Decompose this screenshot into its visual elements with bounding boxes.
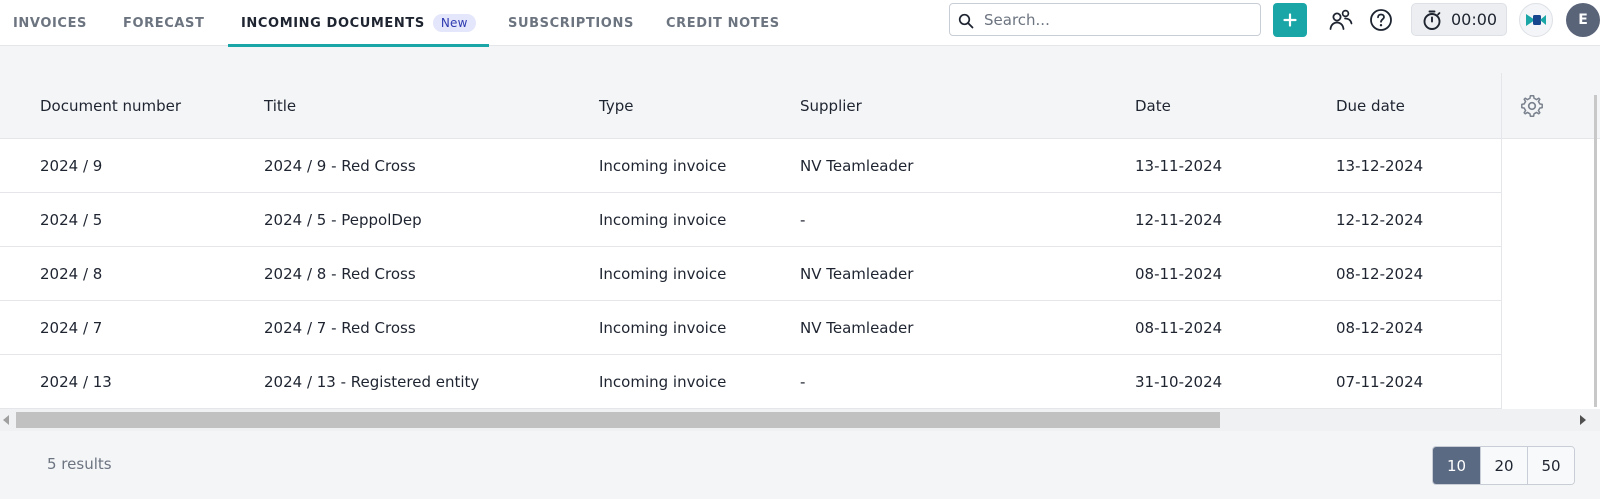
table-row[interactable]: 2024 / 8 2024 / 8 - Red Cross Incoming i…	[0, 247, 1501, 301]
cell-supplier: NV Teamleader	[800, 318, 914, 337]
tab-credit-notes[interactable]: CREDIT NOTES	[666, 0, 780, 46]
top-navigation-bar: INVOICES FORECAST INCOMING DOCUMENTS New…	[0, 0, 1600, 47]
cell-due-date: 12-12-2024	[1336, 210, 1424, 229]
column-header-supplier[interactable]: Supplier	[800, 73, 862, 139]
stopwatch-icon	[1423, 10, 1441, 30]
table-row[interactable]: 2024 / 13 2024 / 13 - Registered entity …	[0, 355, 1501, 409]
cell-document-number: 2024 / 9	[40, 156, 103, 175]
scroll-right-arrow[interactable]	[1580, 415, 1586, 425]
help-button[interactable]	[1366, 5, 1396, 35]
new-badge: New	[432, 14, 476, 32]
tab-forecast[interactable]: FORECAST	[123, 0, 204, 46]
cell-due-date: 13-12-2024	[1336, 156, 1424, 175]
page-size-50-button[interactable]: 50	[1527, 447, 1574, 484]
tab-label: INCOMING DOCUMENTS	[241, 15, 425, 31]
table-row[interactable]: 2024 / 5 2024 / 5 - PeppolDep Incoming i…	[0, 193, 1501, 247]
cell-document-number: 2024 / 5	[40, 210, 103, 229]
documents-table: Document number Title Type Supplier Date…	[0, 73, 1600, 431]
column-header-date[interactable]: Date	[1135, 73, 1171, 139]
tab-label: FORECAST	[123, 15, 205, 31]
cell-type: Incoming invoice	[599, 210, 727, 229]
vertical-scrollbar[interactable]	[1594, 95, 1597, 407]
cell-type: Incoming invoice	[599, 264, 727, 283]
cell-title: 2024 / 5 - PeppolDep	[264, 210, 422, 229]
page-size-selector: 10 20 50	[1432, 446, 1575, 485]
table-row[interactable]: 2024 / 7 2024 / 7 - Red Cross Incoming i…	[0, 301, 1501, 355]
column-header-type[interactable]: Type	[599, 73, 633, 139]
tab-label: INVOICES	[13, 15, 88, 31]
team-button[interactable]	[1326, 5, 1356, 35]
cell-date: 08-11-2024	[1135, 264, 1223, 283]
cell-supplier: -	[800, 372, 806, 391]
scrollbar-thumb[interactable]	[16, 412, 1220, 428]
cell-supplier: NV Teamleader	[800, 156, 914, 175]
cell-document-number: 2024 / 8	[40, 264, 103, 283]
time-tracker-button[interactable]: 00:00	[1411, 3, 1507, 36]
cell-type: Incoming invoice	[599, 156, 727, 175]
cell-type: Incoming invoice	[599, 318, 727, 337]
search-box	[949, 3, 1261, 36]
scroll-left-arrow[interactable]	[3, 415, 9, 425]
cell-due-date: 08-12-2024	[1336, 318, 1424, 337]
cell-date: 12-11-2024	[1135, 210, 1223, 229]
cell-title: 2024 / 9 - Red Cross	[264, 156, 416, 175]
cell-title: 2024 / 13 - Registered entity	[264, 372, 480, 391]
column-header-due-date[interactable]: Due date	[1336, 73, 1405, 139]
cell-title: 2024 / 8 - Red Cross	[264, 264, 416, 283]
video-call-button[interactable]	[1519, 3, 1553, 37]
settings-column-divider	[1501, 73, 1502, 431]
results-count: 5 results	[47, 455, 112, 473]
column-header-title[interactable]: Title	[264, 73, 296, 139]
cell-document-number: 2024 / 13	[40, 372, 112, 391]
users-icon	[1329, 9, 1353, 30]
cell-due-date: 08-12-2024	[1336, 264, 1424, 283]
cell-type: Incoming invoice	[599, 372, 727, 391]
cell-date: 31-10-2024	[1135, 372, 1223, 391]
cell-supplier: NV Teamleader	[800, 264, 914, 283]
tab-incoming-documents[interactable]: INCOMING DOCUMENTS New	[228, 0, 489, 47]
horizontal-scrollbar[interactable]	[0, 409, 1600, 431]
tab-subscriptions[interactable]: SUBSCRIPTIONS	[508, 0, 634, 46]
tab-label: SUBSCRIPTIONS	[508, 15, 634, 31]
tab-invoices[interactable]: INVOICES	[13, 0, 87, 46]
video-camera-icon	[1526, 14, 1546, 26]
column-header-document-number[interactable]: Document number	[40, 73, 181, 139]
search-icon	[958, 13, 974, 29]
help-icon	[1370, 9, 1392, 31]
plus-icon	[1283, 13, 1297, 27]
cell-date: 08-11-2024	[1135, 318, 1223, 337]
timer-value: 00:00	[1451, 10, 1498, 29]
cell-supplier: -	[800, 210, 806, 229]
column-settings-button[interactable]	[1519, 93, 1545, 119]
gear-icon	[1521, 95, 1543, 117]
page-size-10-button[interactable]: 10	[1433, 447, 1480, 484]
table-header: Document number Title Type Supplier Date…	[0, 73, 1600, 139]
avatar[interactable]: E	[1566, 3, 1600, 37]
table-row[interactable]: 2024 / 9 2024 / 9 - Red Cross Incoming i…	[0, 139, 1501, 193]
cell-due-date: 07-11-2024	[1336, 372, 1424, 391]
search-input[interactable]	[950, 4, 1260, 35]
add-button[interactable]	[1273, 3, 1307, 37]
page-size-20-button[interactable]: 20	[1480, 447, 1527, 484]
cell-date: 13-11-2024	[1135, 156, 1223, 175]
cell-title: 2024 / 7 - Red Cross	[264, 318, 416, 337]
tab-label: CREDIT NOTES	[666, 15, 780, 31]
cell-document-number: 2024 / 7	[40, 318, 103, 337]
